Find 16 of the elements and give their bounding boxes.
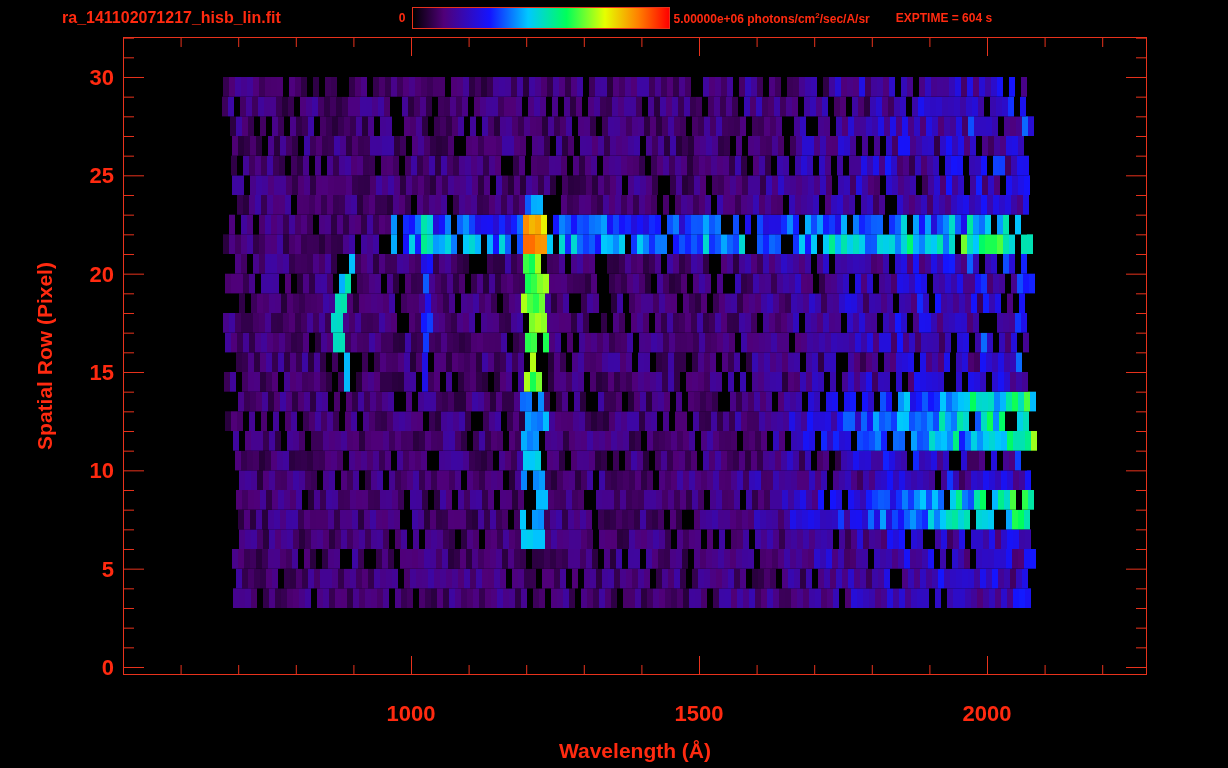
axis-title: Spatial Row (Pixel): [33, 262, 56, 450]
tick-label: 2000: [962, 701, 1012, 726]
tick-label: 25: [89, 163, 114, 189]
tick-label: 1500: [674, 701, 724, 726]
colorbar-max-label: 5.00000e+06 photons/cm$^{2}$/sec/A/sr: [673, 10, 870, 26]
colorbar-min-label: 0: [398, 11, 406, 25]
tick-label: 0: [101, 655, 114, 680]
tick-label: 30: [89, 65, 114, 90]
tick-label: 10: [89, 458, 114, 484]
tick-label: 5: [101, 556, 114, 582]
tick-label: 1000: [386, 701, 436, 726]
file-title: ra_141102071217_hisb_lin.fit: [62, 9, 281, 27]
axis-title: Wavelength (Å): [558, 739, 712, 762]
tick-label: 20: [89, 261, 114, 287]
exposure-time: EXPTIME = 604 s: [895, 11, 993, 25]
tick-label: 15: [89, 360, 114, 385]
